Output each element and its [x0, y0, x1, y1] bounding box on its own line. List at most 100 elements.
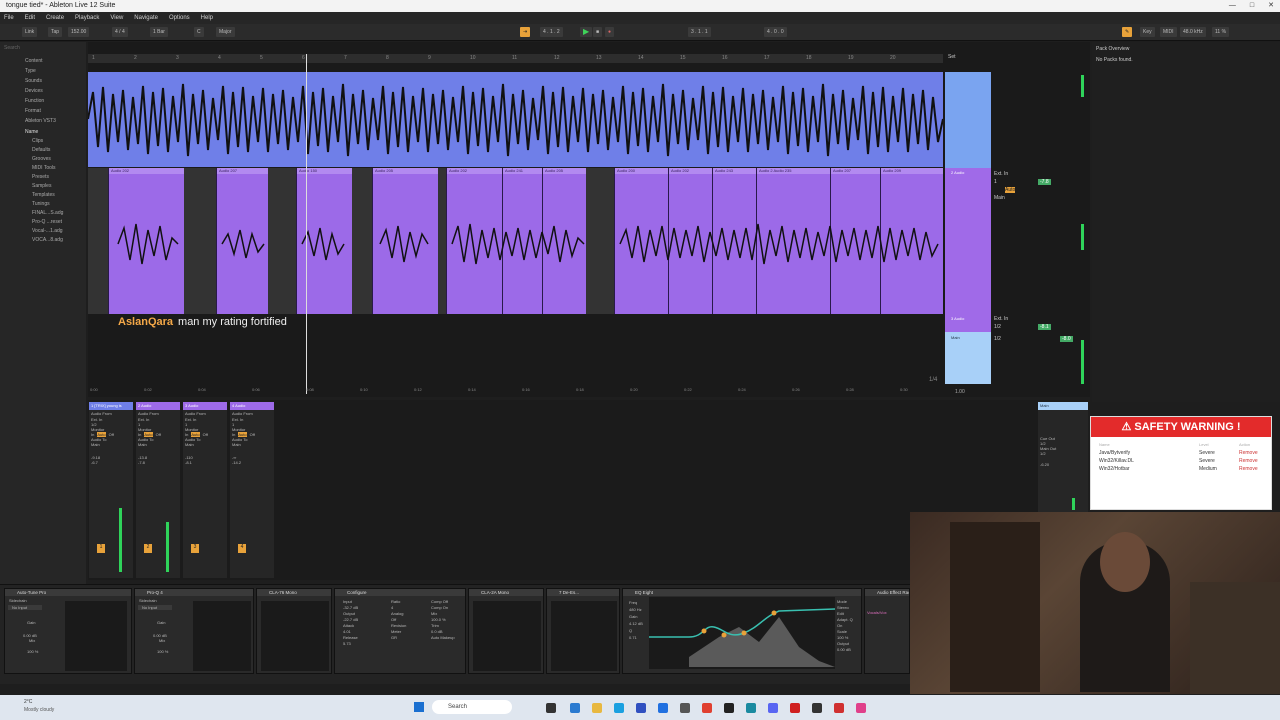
start-icon[interactable]	[414, 702, 424, 712]
quantize-menu[interactable]: 1 Bar	[150, 27, 168, 37]
playhead[interactable]	[306, 54, 307, 394]
mixer-strip[interactable]: 2 Audio Audio From Ext. In 1 Monitor In …	[136, 402, 180, 578]
gain-value[interactable]: 4.12 dB	[629, 620, 643, 627]
device-cla2a[interactable]: CLA-2A Mono	[468, 588, 544, 674]
menu-view[interactable]: View	[110, 12, 123, 24]
browser-item[interactable]: MIDI Tools	[32, 165, 56, 171]
q-value[interactable]: 0.71	[629, 634, 643, 641]
track-volume[interactable]: -8.0	[1060, 336, 1073, 342]
follow-icon[interactable]: ⇥	[520, 27, 531, 37]
browser-item[interactable]: VOCA...8.adg	[32, 237, 63, 243]
tempo-field[interactable]: 152.00	[68, 27, 90, 37]
device-eq-eight[interactable]: EQ Eight Freq 480 Hz Gain 4.12 dB Q 0.71…	[622, 588, 862, 674]
volume-value[interactable]: -6.7	[89, 460, 133, 465]
app-icon[interactable]	[790, 703, 800, 713]
bar-ruler[interactable]: 1 2 3 4 5 6 7 8 9 10 11 12 13 14 15 16 1…	[88, 54, 943, 63]
mixer-strip[interactable]: 3 Audio Audio From Ext. In 1 Monitor In …	[183, 402, 227, 578]
browser-search[interactable]: Search	[4, 45, 20, 51]
menu-playback[interactable]: Playback	[75, 12, 99, 24]
pencil-icon[interactable]: ✎	[1122, 27, 1133, 37]
minimize-button[interactable]: —	[1229, 0, 1236, 12]
link-button[interactable]: Link	[22, 27, 38, 37]
device-effect-rack[interactable]: Audio Effect Rack Vocals/Vox	[864, 588, 910, 674]
browser-item[interactable]: Pro-Q ...reset	[32, 219, 62, 225]
param-label[interactable]: Auto Makeup	[431, 635, 455, 641]
loop-start[interactable]: 3 . 1 . 1	[688, 27, 711, 37]
browser-section-content[interactable]: Content	[25, 58, 43, 64]
device-cla76[interactable]: CLA-76 Mono	[256, 588, 332, 674]
scale-mode[interactable]: Major	[216, 27, 235, 37]
mixer-strip[interactable]: 1 [TRIX] young is Audio From Ext. In 1/2…	[89, 402, 133, 578]
browser-section-type[interactable]: Type	[25, 68, 36, 74]
main-track-header[interactable]: Main	[945, 332, 991, 384]
mixer-strip[interactable]: 4 Audio Audio From Ext. In 1 Monitor In …	[230, 402, 274, 578]
record-icon[interactable]: ●	[605, 27, 615, 37]
app-icon[interactable]	[614, 703, 624, 713]
weather-temp[interactable]: 2°C	[24, 699, 32, 705]
scale-root[interactable]: C	[194, 27, 204, 37]
track-activator[interactable]: 4	[238, 544, 246, 553]
browser-section-function[interactable]: Function	[25, 98, 44, 104]
volume-value[interactable]: -7.8	[136, 460, 180, 465]
track-volume[interactable]: -7.8	[1038, 179, 1051, 185]
monitor-off[interactable]: Off	[156, 432, 161, 437]
safety-warning-popup[interactable]: ⚠ SAFETY WARNING ! Name Level Action Jav…	[1090, 416, 1272, 510]
task-view-icon[interactable]	[546, 703, 556, 713]
browser-item[interactable]: Tunings	[32, 201, 50, 207]
monitor-off[interactable]: Off	[250, 432, 255, 437]
browser-item[interactable]: Grooves	[32, 156, 51, 162]
discord-icon[interactable]	[768, 703, 778, 713]
menu-edit[interactable]: Edit	[25, 12, 35, 24]
grid-setting[interactable]: 1/4	[929, 377, 937, 383]
track-activator[interactable]: 1	[97, 544, 105, 553]
volume-value[interactable]: -14.2	[230, 460, 274, 465]
device-autotune[interactable]: Auto-Tune Pro Sidechain No Input Gain 0.…	[4, 588, 132, 674]
play-icon[interactable]: ▶	[580, 27, 593, 37]
app-icon[interactable]	[658, 703, 668, 713]
browser-item[interactable]: Vocal-...1.adg	[32, 228, 63, 234]
taskbar-search[interactable]: Search	[432, 700, 512, 714]
weather-desc[interactable]: Mostly cloudy	[24, 707, 54, 713]
monitor-auto[interactable]: Auto	[1005, 187, 1016, 193]
track-channel[interactable]: 1/2	[994, 324, 1001, 330]
app-icon[interactable]	[856, 703, 866, 713]
app-icon[interactable]	[746, 703, 756, 713]
main-volume[interactable]: -6.20	[1038, 456, 1088, 467]
device-proq[interactable]: Pro-Q 4 Sidechain No Input Gain 0.00 dB …	[134, 588, 254, 674]
rack-chain[interactable]: Vocals/Vox	[865, 596, 909, 615]
track-input[interactable]: Ext. In	[994, 316, 1008, 322]
menu-navigate[interactable]: Navigate	[134, 12, 158, 24]
param-value[interactable]: 5.73	[343, 641, 358, 647]
track-input[interactable]: Ext. In	[994, 171, 1008, 177]
browser-item[interactable]: Clips	[32, 138, 43, 144]
track-output[interactable]: Main	[994, 195, 1005, 201]
volume-value[interactable]: -8.1	[183, 460, 227, 465]
track-channel[interactable]: 1	[994, 179, 997, 185]
browser-item[interactable]: Defaults	[32, 147, 50, 153]
chrome-icon[interactable]	[702, 703, 712, 713]
close-button[interactable]: ✕	[1268, 0, 1274, 12]
edge-icon[interactable]	[570, 703, 580, 713]
ableton-icon[interactable]	[724, 703, 734, 713]
menu-help[interactable]: Help	[201, 12, 213, 24]
monitor-off[interactable]: Off	[203, 432, 208, 437]
maximize-button[interactable]: □	[1250, 0, 1254, 12]
track-activator[interactable]: 3	[191, 544, 199, 553]
track-activator[interactable]: 2	[144, 544, 152, 553]
explorer-icon[interactable]	[592, 703, 602, 713]
browser-item[interactable]: Samples	[32, 183, 51, 189]
track-1-clip[interactable]	[88, 72, 943, 167]
output-value[interactable]: 0.00 dB	[837, 647, 853, 653]
remove-button[interactable]: Remove	[1239, 466, 1258, 472]
browser-section-devices[interactable]: Devices	[25, 88, 43, 94]
time-ruler[interactable]: 0:00 0:02 0:04 0:06 0:08 0:10 0:12 0:14 …	[88, 386, 943, 394]
browser-section-sounds[interactable]: Sounds	[25, 78, 42, 84]
app-icon[interactable]	[680, 703, 690, 713]
remove-button[interactable]: Remove	[1239, 450, 1258, 456]
app-icon[interactable]	[812, 703, 822, 713]
device-deesser[interactable]: 7 De-Es...	[546, 588, 620, 674]
loop-length[interactable]: 4 . 0 . 0	[764, 27, 787, 37]
menu-create[interactable]: Create	[46, 12, 64, 24]
eq-curve-display[interactable]	[649, 597, 835, 669]
stop-icon[interactable]: ■	[593, 27, 603, 37]
